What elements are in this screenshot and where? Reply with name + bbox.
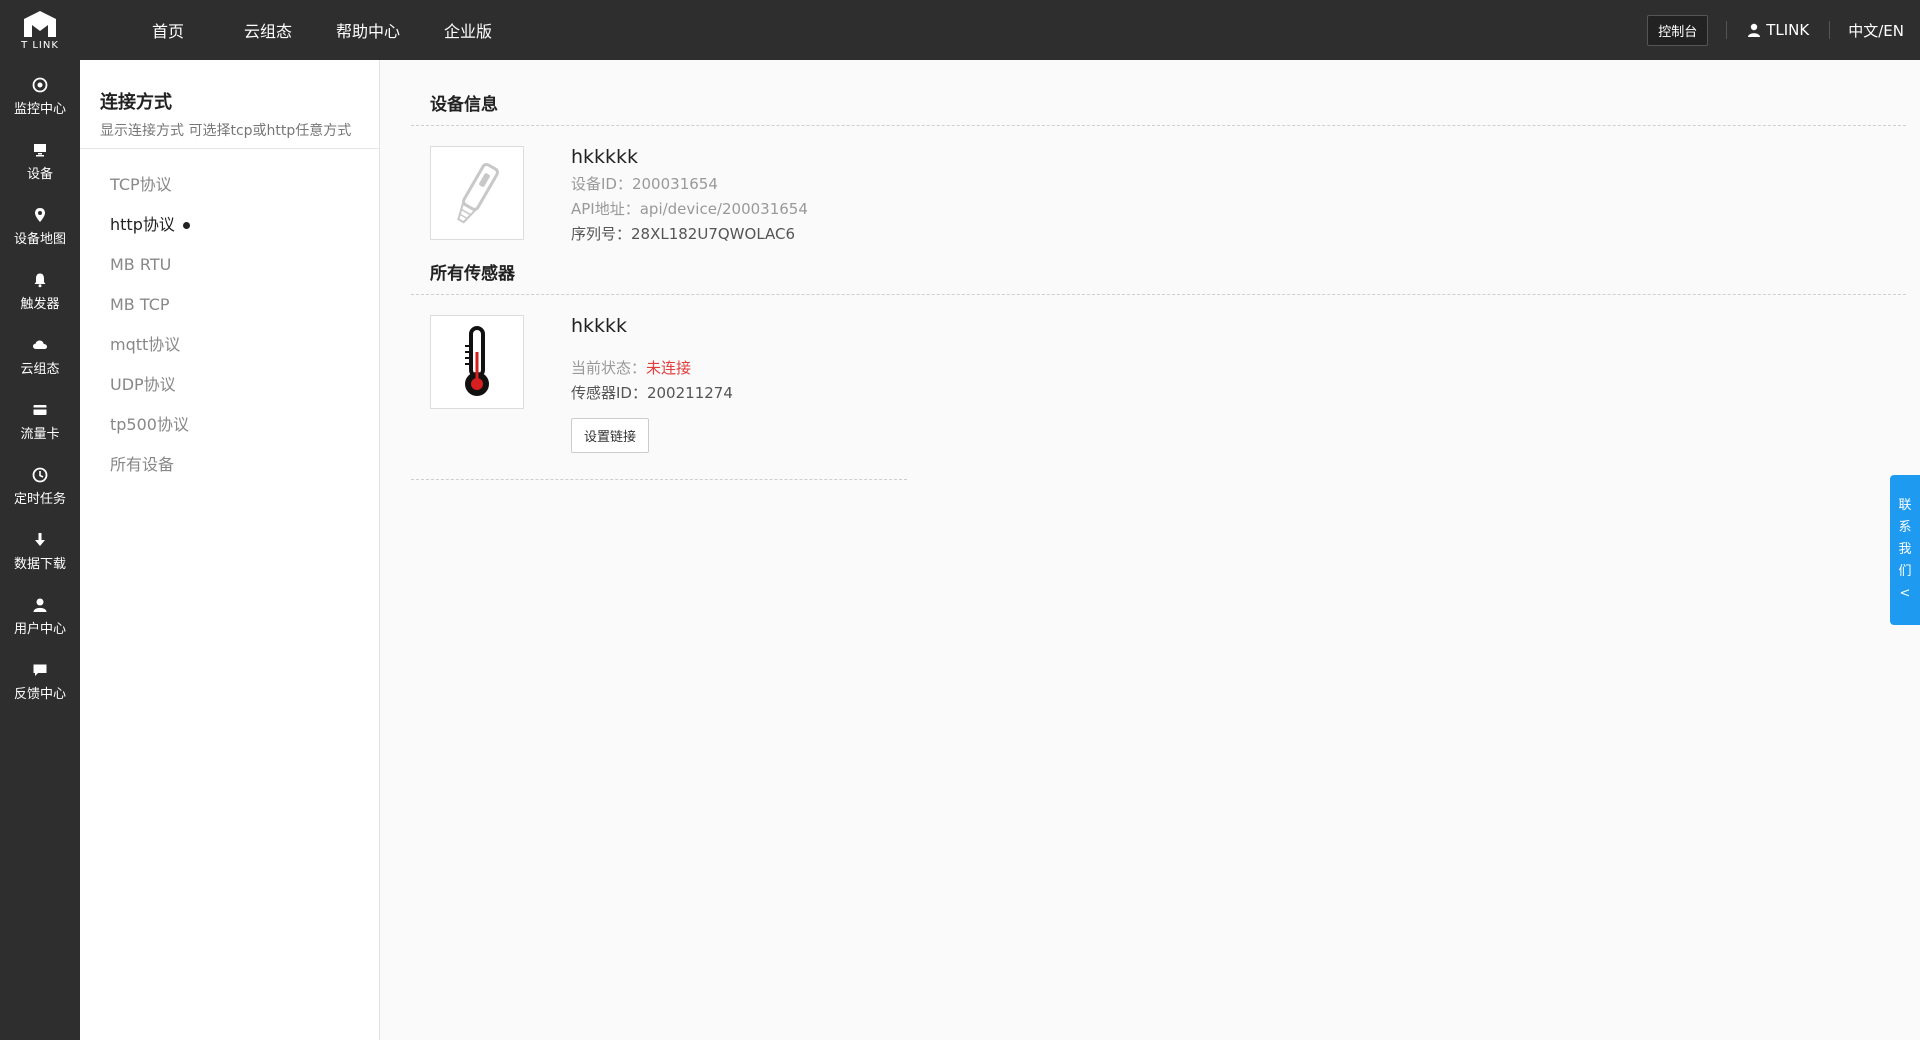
connection-sidebar: 连接方式 显示连接方式 可选择tcp或http任意方式 TCP协议 http协议…: [80, 60, 380, 1040]
sidebar-item-label: 设备: [26, 166, 53, 182]
sensor-status-label: 当前状态：: [571, 359, 647, 377]
active-dot-icon: [182, 222, 190, 229]
logo-icon: [24, 11, 56, 37]
contact-us-tab[interactable]: 联 系 我 们 <: [1890, 475, 1920, 625]
sidebar-item-device-map[interactable]: 设备地图: [0, 194, 80, 259]
protocol-list: TCP协议 http协议 MB RTU MB TCP mqtt协议 UDP协议 …: [80, 149, 379, 485]
device-info: hkkkkk 设备ID：200031654 API地址：api/device/2…: [571, 146, 808, 243]
map-pin-icon: [35, 207, 45, 222]
user-icon: [1748, 23, 1761, 37]
sidebar-item-label: 定时任务: [13, 491, 66, 507]
sidebar-item-label: 反馈中心: [13, 686, 66, 702]
nav-enterprise[interactable]: 企业版: [418, 18, 518, 42]
sensor-name: hkkkk: [571, 315, 628, 337]
protocol-item-tcp[interactable]: TCP协议: [80, 165, 379, 205]
user-icon: [33, 598, 47, 612]
sensor-thumbnail: [430, 315, 524, 409]
sensor-id: 传感器ID：200211274: [571, 384, 733, 402]
set-link-button[interactable]: 设置链接: [571, 418, 650, 453]
sidebar-item-device[interactable]: 设备: [0, 129, 80, 194]
sensor-card: hkkkk 当前状态：未连接 传感器ID：200211274 设置链接: [411, 295, 1906, 453]
protocol-item-udp[interactable]: UDP协议: [80, 365, 379, 405]
sidebar-item-scheduled-task[interactable]: 定时任务: [0, 454, 80, 519]
sensor-info: hkkkk 当前状态：未连接 传感器ID：200211274 设置链接: [571, 315, 733, 453]
protocol-item-mb-rtu[interactable]: MB RTU: [80, 245, 379, 285]
monitor-icon: [34, 143, 46, 156]
nav-help-center[interactable]: 帮助中心: [318, 18, 418, 42]
sensor-status-value: 未连接: [646, 359, 692, 377]
nav-cloud-scada[interactable]: 云组态: [218, 18, 318, 42]
protocol-item-all-devices[interactable]: 所有设备: [80, 445, 379, 485]
main-content: 设备信息 hkkkkk 设备ID：200031654 API地址：api/dev…: [411, 60, 1906, 480]
top-bar: T LINK 首页 云组态 帮助中心 企业版 控制台 TLINK 中文/EN: [0, 0, 1920, 60]
sidebar-item-trigger[interactable]: 触发器: [0, 259, 80, 324]
protocol-item-mb-tcp[interactable]: MB TCP: [80, 285, 379, 325]
sidebar-item-label: 流量卡: [20, 426, 60, 442]
bell-icon: [34, 273, 46, 287]
card-icon: [33, 404, 47, 415]
sensor-divider: [411, 479, 907, 480]
user-menu[interactable]: TLINK: [1727, 21, 1829, 39]
subnav-description: 显示连接方式 可选择tcp或http任意方式: [100, 123, 352, 139]
clock-icon: [32, 467, 48, 482]
cloud-icon: [33, 340, 47, 349]
device-name: hkkkkk: [571, 146, 639, 168]
sidebar-item-label: 触发器: [20, 296, 60, 312]
target-icon: [32, 77, 48, 92]
device-card: hkkkkk 设备ID：200031654 API地址：api/device/2…: [411, 126, 1906, 243]
sidebar-item-label: 云组态: [20, 361, 60, 377]
protocol-item-mqtt[interactable]: mqtt协议: [80, 325, 379, 365]
sidebar-item-monitor-center[interactable]: 监控中心: [0, 64, 80, 129]
icon-sidebar: 监控中心 设备 设备地图 触发器 云组态 流量卡 定时任务 数据下载 用户中心 …: [0, 60, 80, 1040]
all-sensors-title: 所有传感器: [411, 243, 1906, 295]
sidebar-item-label: 数据下载: [13, 556, 66, 572]
device-info-title: 设备信息: [411, 60, 1906, 126]
sidebar-item-label: 用户中心: [13, 621, 66, 637]
sidebar-item-cloud-scada[interactable]: 云组态: [0, 324, 80, 389]
sidebar-item-user-center[interactable]: 用户中心: [0, 584, 80, 649]
top-bar-right: 控制台 TLINK 中文/EN: [1647, 0, 1920, 60]
sidebar-item-data-download[interactable]: 数据下载: [0, 519, 80, 584]
subnav-title: 连接方式: [100, 92, 172, 113]
device-thumbnail: [430, 146, 524, 240]
chevron-left-icon: <: [1899, 586, 1911, 601]
protocol-item-http[interactable]: http协议: [80, 205, 379, 245]
nav-home[interactable]: 首页: [118, 18, 218, 42]
protocol-item-tp500[interactable]: tp500协议: [80, 405, 379, 445]
sidebar-item-label: 监控中心: [13, 101, 66, 117]
logo-text: T LINK: [21, 40, 59, 51]
sidebar-item-data-card[interactable]: 流量卡: [0, 389, 80, 454]
sidebar-item-label: 设备地图: [13, 231, 66, 247]
contact-char: 联: [1898, 498, 1912, 513]
subnav-header: 连接方式 显示连接方式 可选择tcp或http任意方式: [80, 60, 379, 149]
device-id: 设备ID：200031654: [571, 175, 718, 193]
download-icon: [35, 532, 45, 546]
language-switch[interactable]: 中文/EN: [1830, 20, 1920, 41]
user-name: TLINK: [1766, 21, 1810, 39]
chat-icon: [33, 664, 47, 676]
sensor-status: 当前状态：未连接: [571, 359, 733, 377]
device-api-address: API地址：api/device/200031654: [571, 200, 808, 218]
contact-char: 我: [1898, 542, 1912, 557]
tlink-logo[interactable]: T LINK: [0, 0, 80, 60]
cutter-icon: [457, 162, 499, 224]
top-nav: 首页 云组态 帮助中心 企业版: [118, 18, 518, 42]
sidebar-item-feedback-center[interactable]: 反馈中心: [0, 649, 80, 714]
device-serial-number: 序列号：28XL182U7QWOLAC6: [571, 225, 796, 243]
thermometer-icon: [465, 326, 489, 396]
protocol-item-label: http协议: [110, 215, 175, 234]
contact-char: 系: [1898, 520, 1912, 535]
contact-char: 们: [1898, 564, 1912, 579]
console-button[interactable]: 控制台: [1647, 14, 1709, 46]
